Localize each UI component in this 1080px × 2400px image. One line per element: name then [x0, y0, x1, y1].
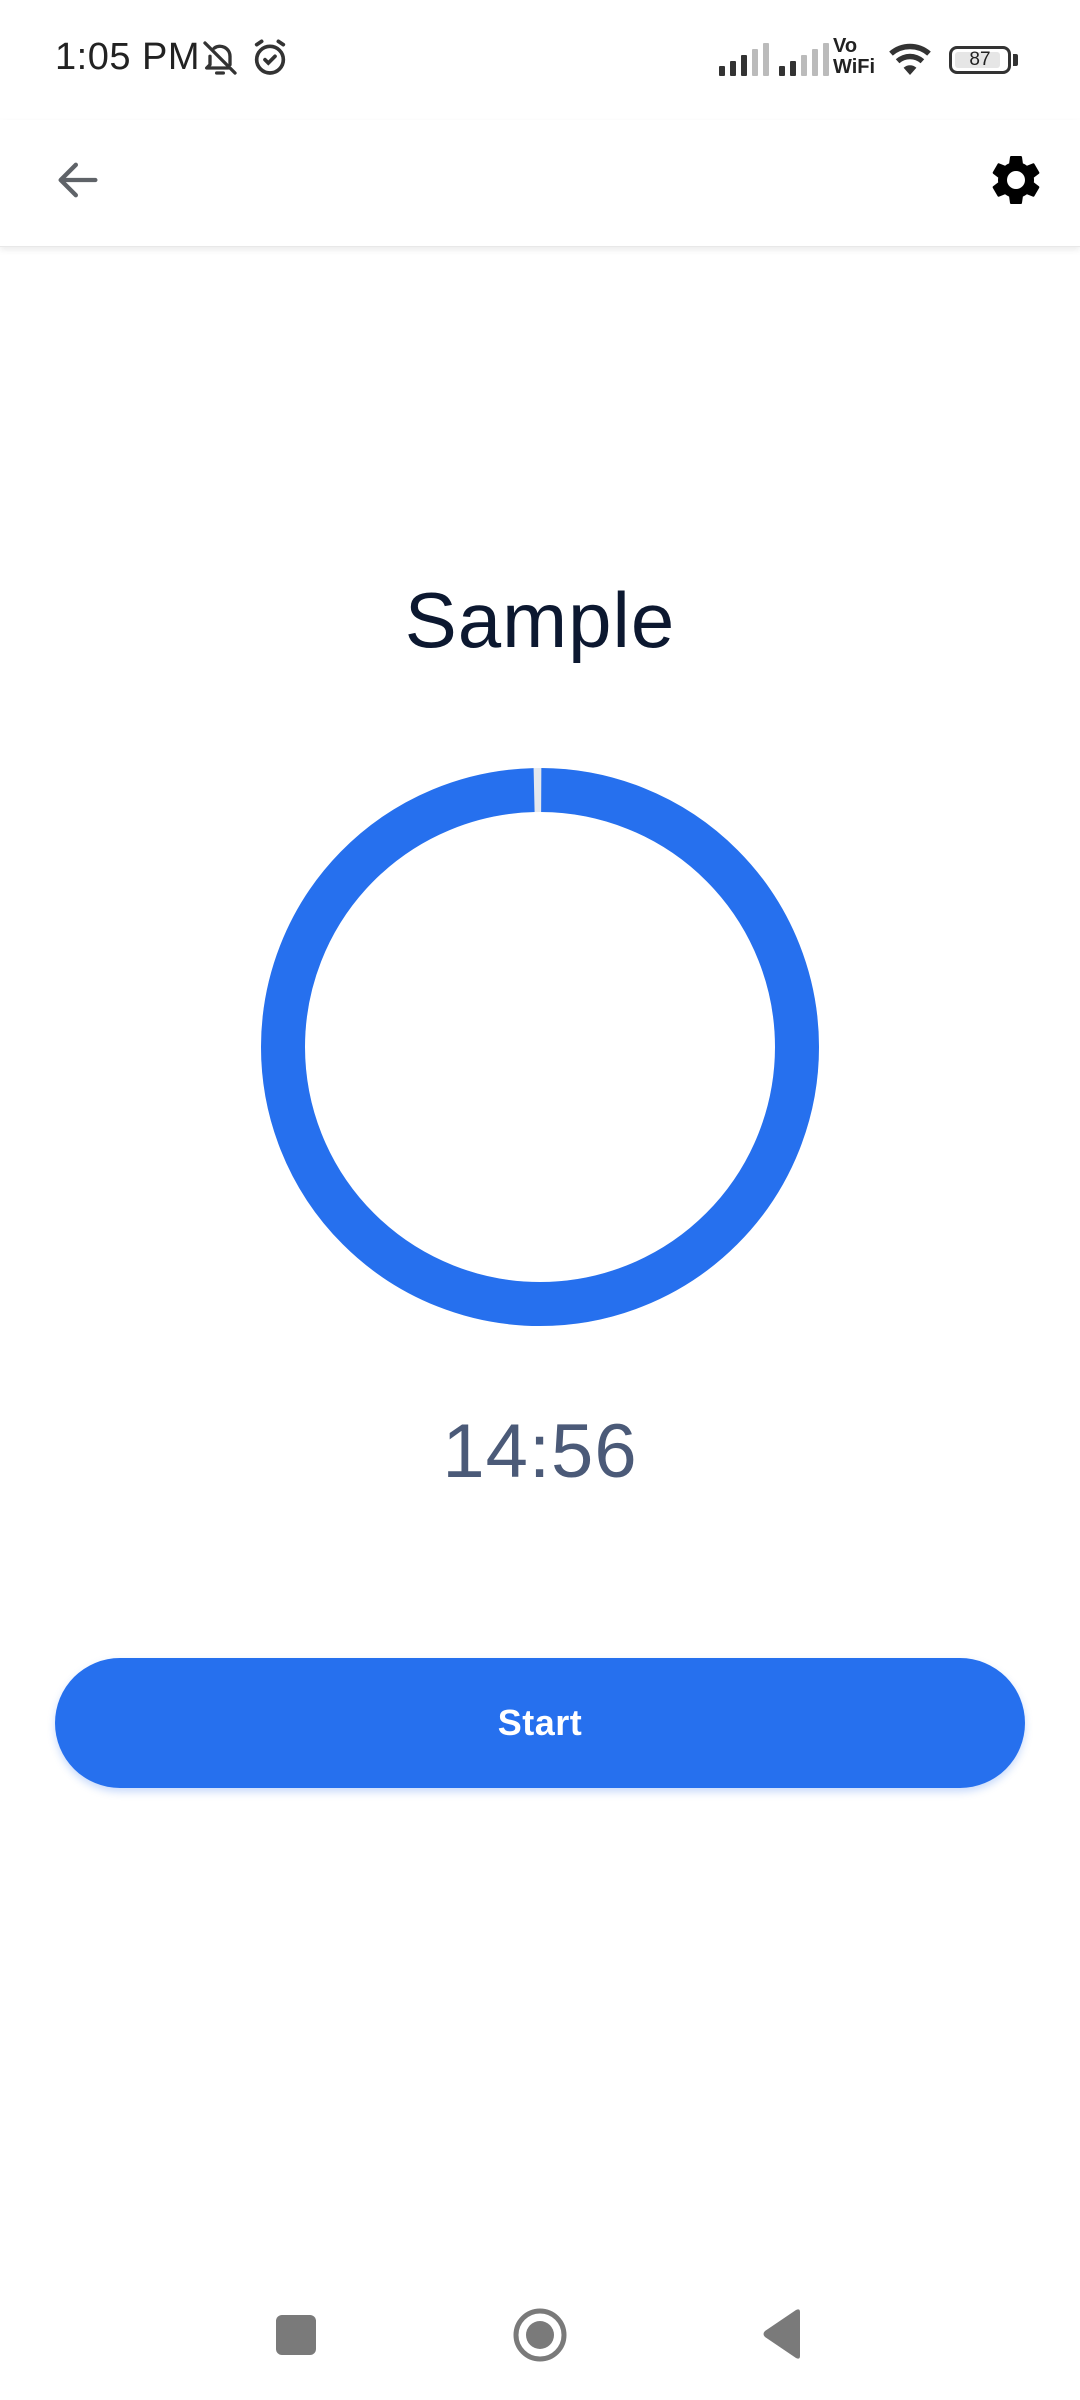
progress-ring: [261, 768, 819, 1326]
back-icon[interactable]: [760, 2308, 804, 2360]
status-bar: 1:05 PM Vo WiFi 87: [0, 0, 1080, 120]
app-bar: [0, 120, 1080, 247]
battery-icon: 87: [949, 46, 1011, 74]
nav-bar: [0, 2280, 1080, 2400]
wifi-icon: [886, 40, 934, 83]
back-button[interactable]: [42, 144, 114, 216]
vowifi-line2: WiFi: [833, 56, 876, 78]
vowifi-icon: Vo WiFi: [833, 36, 875, 78]
alarm-icon: [250, 38, 290, 83]
status-time: 1:05 PM: [55, 36, 201, 78]
start-button[interactable]: Start: [55, 1658, 1025, 1788]
recent-apps-icon[interactable]: [276, 2315, 316, 2355]
bell-off-icon: [200, 38, 240, 83]
signal-icon: [719, 40, 769, 76]
progress-ring-fill: [261, 768, 819, 1326]
battery-level: 87: [969, 49, 991, 70]
battery-tip: [1013, 54, 1018, 66]
settings-button[interactable]: [978, 142, 1054, 218]
signal-icon: [779, 40, 829, 76]
session-title: Sample: [404, 576, 676, 664]
home-icon[interactable]: [512, 2307, 568, 2363]
timer-display: 14:56: [442, 1409, 638, 1494]
arrow-left-icon: [58, 162, 98, 198]
gear-icon: [992, 156, 1040, 204]
vowifi-line1: Vo: [833, 35, 858, 57]
